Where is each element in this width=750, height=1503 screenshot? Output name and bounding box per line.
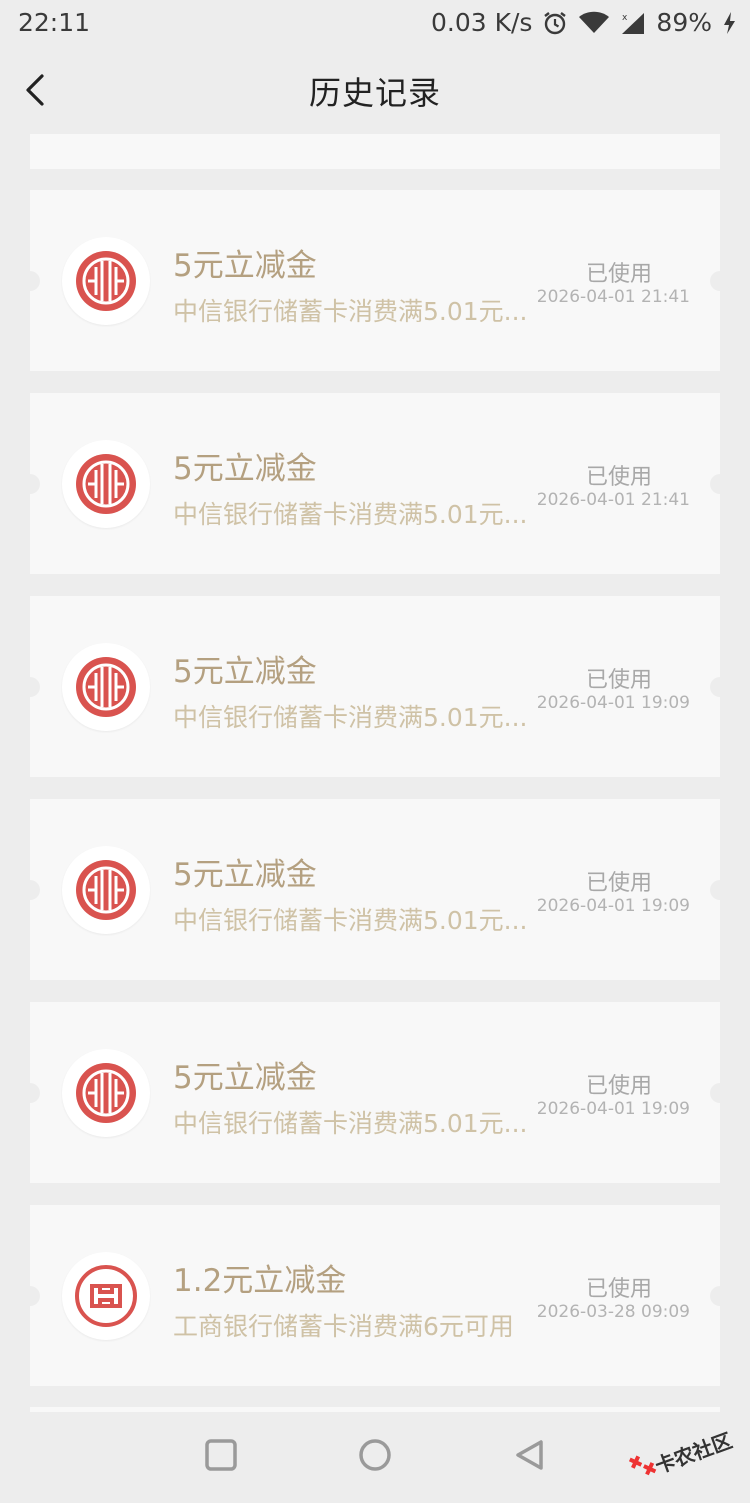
coupon-title: 5元立减金 — [173, 857, 317, 893]
citic-bank-logo-icon — [62, 845, 150, 934]
status-bar: 22:11 0.03 K/s x 89% — [0, 0, 750, 46]
citic-bank-logo-icon — [62, 236, 150, 325]
ticket-notch — [30, 473, 40, 494]
alarm-icon — [542, 10, 568, 36]
coupon-time: 2026-03-28 09:09 — [536, 1302, 690, 1322]
system-nav-bar: 卡农社区 — [0, 1412, 750, 1500]
ticket-notch — [30, 1285, 40, 1306]
coupon-status: 已使用 — [585, 1277, 652, 1302]
coupon-title: 5元立减金 — [173, 654, 317, 690]
ticket-notch — [710, 473, 720, 494]
coupon-description: 中信银行储蓄卡消费满5.01元... — [173, 1109, 528, 1138]
ticket-notch — [710, 1082, 720, 1103]
coupon-description: 工商银行储蓄卡消费满6元可用 — [173, 1312, 514, 1341]
coupon-description: 中信银行储蓄卡消费满5.01元... — [173, 906, 528, 935]
coupon-card[interactable]: 5元立减金 中信银行储蓄卡消费满5.01元... 已使用 2026-04-01 … — [30, 190, 720, 371]
coupon-card[interactable]: 5元立减金 中信银行储蓄卡消费满5.01元... 已使用 2026-04-01 … — [30, 596, 720, 777]
citic-bank-logo-icon — [62, 1048, 150, 1137]
triangle-back-icon — [516, 1440, 543, 1470]
ticket-notch — [710, 879, 720, 900]
network-speed: 0.03 K/s — [430, 8, 533, 37]
coupon-time: 2026-04-01 21:41 — [536, 490, 690, 510]
battery-level: 89% — [656, 8, 712, 37]
svg-text:x: x — [622, 13, 628, 23]
coupon-card[interactable]: 1.2元立减金 工商银行储蓄卡消费满6元可用 已使用 2026-03-28 09… — [30, 1205, 720, 1386]
ticket-notch — [30, 676, 40, 697]
coupon-time: 2026-04-01 19:09 — [536, 693, 690, 713]
square-icon — [205, 1439, 237, 1471]
coupon-description: 中信银行储蓄卡消费满5.01元... — [173, 500, 528, 529]
coupon-status: 已使用 — [585, 1074, 652, 1099]
ticket-notch — [30, 879, 40, 900]
coupon-description: 中信银行储蓄卡消费满5.01元... — [173, 297, 528, 326]
list-item-partial — [30, 134, 720, 169]
coupon-title: 5元立减金 — [173, 248, 317, 284]
citic-bank-logo-icon — [62, 642, 150, 731]
recent-apps-button[interactable] — [204, 1438, 238, 1476]
ticket-notch — [710, 1285, 720, 1306]
icbc-bank-logo-icon — [62, 1251, 150, 1340]
watermark-text: 卡农社区 — [651, 1428, 736, 1479]
coupon-time: 2026-04-01 19:09 — [536, 1099, 690, 1119]
home-button[interactable] — [358, 1438, 392, 1476]
coupon-title: 1.2元立减金 — [173, 1263, 347, 1299]
status-indicators: 0.03 K/s x 89% — [431, 8, 736, 37]
coupon-card[interactable]: 5元立减金 中信银行储蓄卡消费满5.01元... 已使用 2026-04-01 … — [30, 1002, 720, 1183]
ticket-notch — [30, 270, 40, 291]
coupon-title: 5元立减金 — [173, 451, 317, 487]
coupon-status: 已使用 — [585, 668, 652, 693]
ticket-notch — [710, 270, 720, 291]
cellular-signal-icon: x — [620, 11, 646, 35]
coupon-status: 已使用 — [585, 465, 652, 490]
circle-icon — [359, 1439, 391, 1471]
coupon-title: 5元立减金 — [173, 1060, 317, 1096]
back-nav-button[interactable] — [512, 1438, 546, 1476]
citic-bank-logo-icon — [62, 439, 150, 528]
ticket-notch — [30, 1082, 40, 1103]
watermark: 卡农社区 — [623, 1409, 749, 1503]
status-time: 22:11 — [18, 8, 91, 37]
page-title: 历史记录 — [308, 74, 441, 112]
coupon-time: 2026-04-01 21:41 — [536, 287, 690, 307]
header: 历史记录 — [0, 46, 750, 134]
coupon-card[interactable]: 5元立减金 中信银行储蓄卡消费满5.01元... 已使用 2026-04-01 … — [30, 799, 720, 980]
coupon-status: 已使用 — [585, 262, 652, 287]
ticket-notch — [710, 676, 720, 697]
coupon-status: 已使用 — [585, 871, 652, 896]
coupon-card[interactable]: 5元立减金 中信银行储蓄卡消费满5.01元... 已使用 2026-04-01 … — [30, 393, 720, 574]
coupon-description: 中信银行储蓄卡消费满5.01元... — [173, 703, 528, 732]
coupon-time: 2026-04-01 19:09 — [536, 896, 690, 916]
wifi-icon — [578, 11, 610, 35]
charging-icon — [722, 11, 736, 35]
